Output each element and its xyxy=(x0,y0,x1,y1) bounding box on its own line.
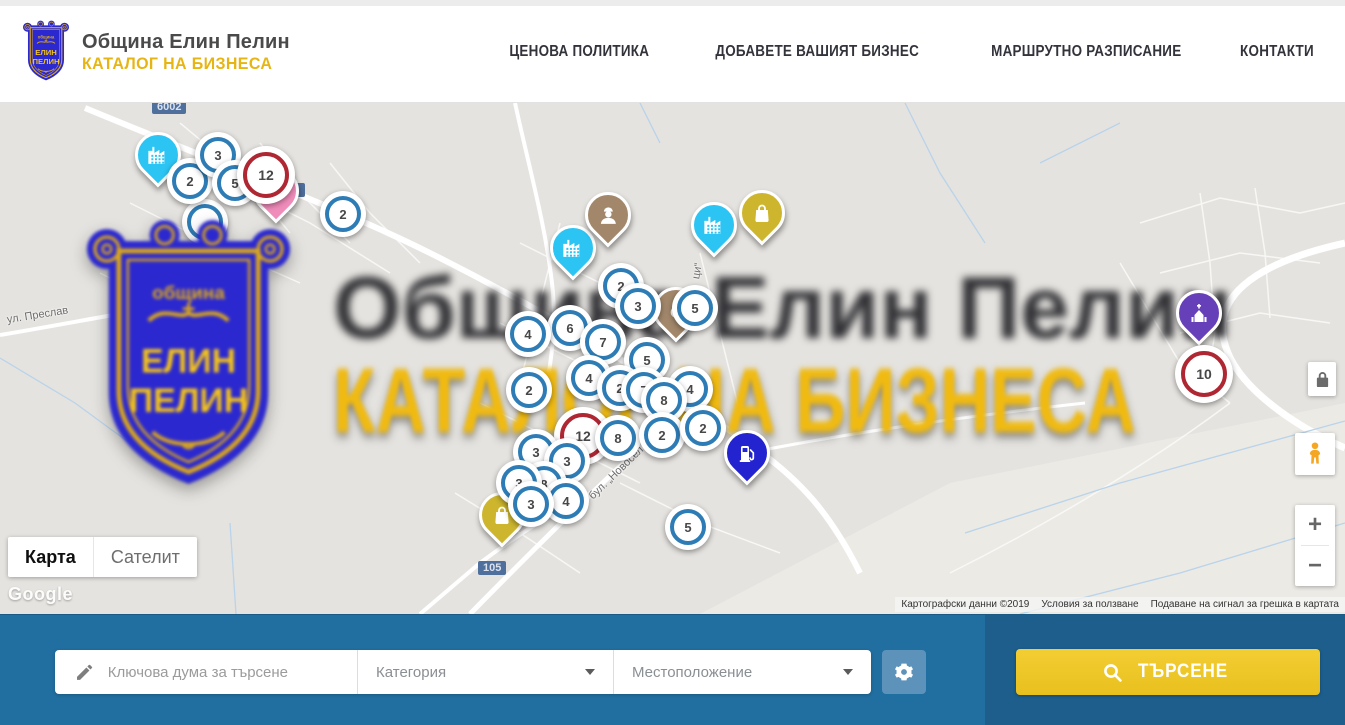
nav-item[interactable]: ДОБАВЕТЕ ВАШИЯТ БИЗНЕС xyxy=(696,43,938,61)
search-bar: Категория Местоположение ТЪРСЕНЕ xyxy=(0,614,1345,725)
search-input-group: Категория Местоположение xyxy=(55,650,871,694)
svg-text:ПЕЛИН: ПЕЛИН xyxy=(32,57,59,66)
chevron-down-icon xyxy=(585,669,595,675)
cluster-count: 5 xyxy=(677,290,713,326)
cluster-count: 8 xyxy=(600,420,636,456)
nav-item[interactable]: КОНТАКТИ xyxy=(1233,43,1321,61)
advanced-settings-button[interactable] xyxy=(882,650,926,694)
location-select-value: Местоположение xyxy=(632,664,752,681)
municipality-crest-icon: община ЕЛИН ПЕЛИН xyxy=(22,20,70,84)
chevron-down-icon xyxy=(843,669,853,675)
cluster-halo: 3 xyxy=(615,283,661,329)
cluster-count: 2 xyxy=(325,196,361,232)
cluster-count: 2 xyxy=(511,372,547,408)
page: община ЕЛИН ПЕЛИН Община Елин Пелин КАТА… xyxy=(0,0,1345,725)
map-type-control: Карта Сателит xyxy=(8,537,197,577)
search-button-label: ТЪРСЕНЕ xyxy=(1138,661,1228,683)
map-view-button[interactable]: Карта xyxy=(8,537,93,577)
nav-item-label: ДОБАВЕТЕ ВАШИЯТ БИЗНЕС xyxy=(715,43,919,61)
zoom-control: + − xyxy=(1295,505,1335,586)
keyword-segment xyxy=(55,650,357,694)
zoom-in-button[interactable]: + xyxy=(1295,505,1335,545)
cluster-halo: 3 xyxy=(508,481,554,527)
nav-item-label: КОНТАКТИ xyxy=(1240,43,1314,61)
cluster-halo: 2 xyxy=(506,367,552,413)
nav-item-label: ЦЕНОВА ПОЛИТИКА xyxy=(509,43,649,61)
location-select[interactable]: Местоположение xyxy=(614,650,871,694)
category-select[interactable]: Категория xyxy=(358,650,613,694)
gear-icon xyxy=(894,662,914,682)
cluster-count: 10 xyxy=(1181,351,1227,397)
category-select-value: Категория xyxy=(376,664,446,681)
road-badge: 6002 xyxy=(152,103,186,114)
pencil-icon xyxy=(77,663,93,681)
map-canvas[interactable]: Община Елин Пелин КАТАЛОГ НА БИЗНЕСА общ… xyxy=(0,103,1345,614)
cluster-count xyxy=(187,204,223,240)
attribution-link[interactable]: Подаване на сигнал за грешка в картата xyxy=(1145,599,1345,610)
header: община ЕЛИН ПЕЛИН Община Елин Пелин КАТА… xyxy=(0,0,1345,103)
main-nav: ЦЕНОВА ПОЛИТИКА ДОБАВЕТЕ ВАШИЯТ БИЗНЕС МАР… xyxy=(496,0,1321,103)
cluster-halo: 2 xyxy=(680,405,726,451)
cluster-halo: 2 xyxy=(639,412,685,458)
search-button[interactable]: ТЪРСЕНЕ xyxy=(1016,649,1320,695)
cluster-halo: 8 xyxy=(595,415,641,461)
cluster-halo: 5 xyxy=(672,285,718,331)
attribution-copyright: Картографски данни ©2019 xyxy=(895,599,1035,610)
site-logo[interactable]: община ЕЛИН ПЕЛИН Община Елин Пелин КАТА… xyxy=(22,20,290,84)
lock-button[interactable] xyxy=(1308,362,1336,396)
cluster-halo: 5 xyxy=(665,504,711,550)
cluster-count: 3 xyxy=(513,486,549,522)
search-icon xyxy=(1103,663,1122,682)
cluster-count: 3 xyxy=(620,288,656,324)
map-attribution: Картографски данни ©2019Условия за ползв… xyxy=(895,597,1345,612)
cluster-halo: 4 xyxy=(505,311,551,357)
cluster-count: 2 xyxy=(685,410,721,446)
cluster-count: 4 xyxy=(510,316,546,352)
google-logo[interactable]: Google xyxy=(8,584,73,605)
nav-item[interactable]: МАРШРУТНО РАЗПИСАНИЕ xyxy=(973,43,1200,61)
lock-icon xyxy=(1315,371,1330,388)
site-title: Община Елин Пелин xyxy=(82,31,290,54)
cluster-halo xyxy=(182,199,228,245)
keyword-search-input[interactable] xyxy=(106,663,343,682)
satellite-view-button[interactable]: Сателит xyxy=(93,537,197,577)
site-subtitle: КАТАЛОГ НА БИЗНЕСА xyxy=(82,54,277,74)
cluster-halo: 12 xyxy=(237,146,295,204)
road-badge: 105 xyxy=(478,561,506,575)
cluster-count: 2 xyxy=(644,417,680,453)
street-view-pegman[interactable] xyxy=(1295,433,1335,475)
svg-text:ЕЛИН: ЕЛИН xyxy=(35,48,57,57)
zoom-out-button[interactable]: − xyxy=(1295,546,1335,586)
cluster-count: 12 xyxy=(243,152,289,198)
cluster-halo: 2 xyxy=(320,191,366,237)
nav-item[interactable]: ЦЕНОВА ПОЛИТИКА xyxy=(496,43,662,61)
attribution-link[interactable]: Условия за ползване xyxy=(1035,599,1144,610)
nav-item-label: МАРШРУТНО РАЗПИСАНИЕ xyxy=(991,43,1181,61)
cluster-halo: 10 xyxy=(1175,345,1233,403)
cluster-count: 5 xyxy=(670,509,706,545)
pegman-icon xyxy=(1304,441,1326,467)
svg-text:община: община xyxy=(38,34,55,39)
